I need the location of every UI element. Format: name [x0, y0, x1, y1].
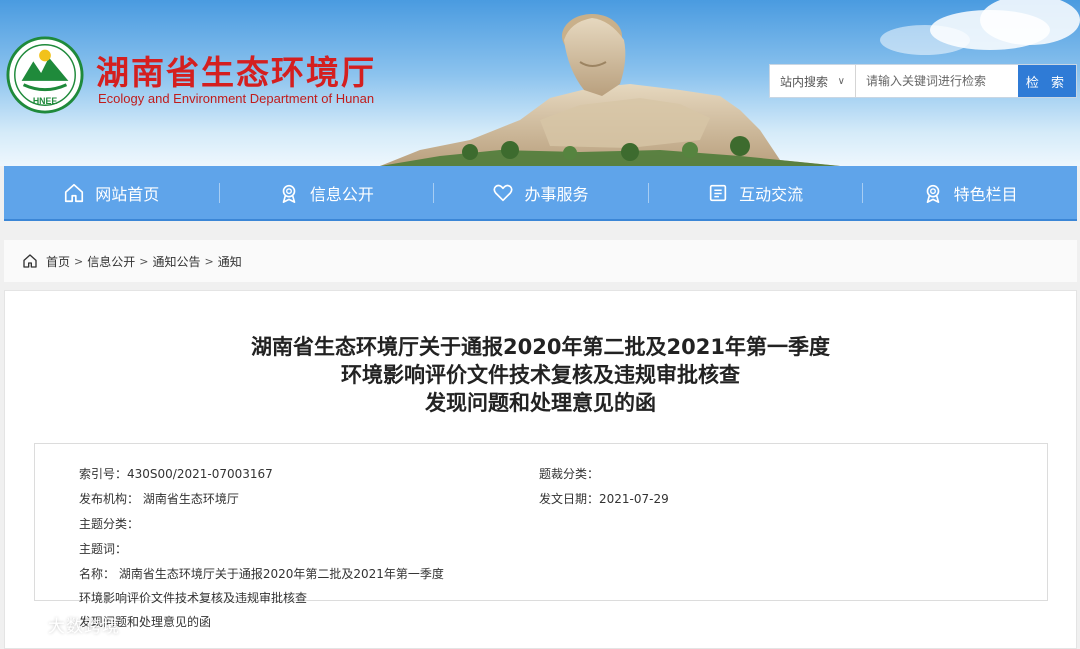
watermark: 大数跨境 — [8, 612, 120, 637]
breadcrumb-item-home[interactable]: 首页 — [46, 253, 70, 270]
page-title: 湖南省生态环境厅关于通报2020年第二批及2021年第一季度 环境影响评价文件技… — [5, 333, 1076, 417]
meta-index: 索引号：430S00/2021-07003167 — [79, 467, 273, 481]
search-scope-label: 站内搜索 — [780, 74, 829, 89]
chevron-down-icon: ∨ — [837, 75, 845, 87]
breadcrumb-item-notice[interactable]: 通知 — [218, 253, 242, 270]
title-line: 发现问题和处理意见的函 — [425, 391, 656, 415]
breadcrumb-item-info[interactable]: 信息公开 — [87, 253, 135, 270]
search-scope-select[interactable]: 站内搜索 ∨ — [770, 65, 856, 97]
watermark-text: 大数跨境 — [48, 617, 120, 637]
breadcrumb: 首页 > 信息公开 > 通知公告 > 通知 — [4, 240, 1077, 282]
search-bar: 站内搜索 ∨ 检 索 — [769, 64, 1077, 98]
breadcrumb-item-notices[interactable]: 通知公告 — [152, 253, 200, 270]
article-panel: 湖南省生态环境厅关于通报2020年第二批及2021年第一季度 环境影响评价文件技… — [4, 290, 1077, 649]
breadcrumb-separator: > — [74, 254, 84, 268]
nav-item-home[interactable]: 网站首页 — [4, 165, 219, 220]
search-input[interactable] — [856, 65, 1018, 97]
meta-category: 题裁分类： — [539, 467, 600, 481]
meta-date: 发文日期：2021-07-29 — [539, 492, 669, 506]
breadcrumb-separator: > — [139, 254, 149, 268]
document-icon — [709, 184, 727, 201]
site-title[interactable]: 湖南省生态环境厅 — [96, 46, 376, 94]
cloud-decoration — [980, 0, 1080, 45]
cloud-decoration — [880, 25, 970, 55]
search-button[interactable]: 检 索 — [1018, 65, 1076, 97]
site-subtitle: Ecology and Environment Department of Hu… — [98, 91, 375, 106]
site-header: HNEE 湖南省生态环境厅 Ecology and Environment De… — [0, 0, 1080, 166]
nav-item-services[interactable]: 办事服务 — [433, 165, 648, 220]
heart-icon — [493, 184, 513, 201]
home-icon — [23, 254, 37, 268]
meta-topic: 主题分类： — [79, 517, 140, 531]
nav-item-label: 网站首页 — [95, 184, 160, 204]
home-icon — [65, 183, 84, 202]
meta-name-cont: 环境影响评价文件技术复核及违规审批核查 — [79, 591, 308, 605]
meta-keywords: 主题词： — [79, 542, 128, 556]
nav-item-label: 信息公开 — [309, 184, 374, 204]
badge-icon — [282, 184, 296, 203]
meta-publisher: 发布机构： 湖南省生态环境厅 — [79, 492, 239, 506]
badge-icon — [926, 184, 939, 203]
logo-icon[interactable]: HNEE — [6, 36, 84, 114]
nav-item-special[interactable]: 特色栏目 — [862, 165, 1077, 220]
nav-item-label: 特色栏目 — [953, 184, 1018, 204]
breadcrumb-separator: > — [204, 254, 214, 268]
nav-item-label: 互动交流 — [739, 184, 804, 204]
nav-item-info[interactable]: 信息公开 — [218, 165, 434, 220]
meta-name: 名称： 湖南省生态环境厅关于通报2020年第二批及2021年第一季度 — [79, 567, 444, 581]
logo-text: HNEE — [33, 96, 58, 106]
main-nav: 网站首页 信息公开 办事服务 互动交流 特色栏目 — [4, 166, 1077, 221]
watermark-logo-icon — [9, 615, 41, 634]
title-line: 环境影响评价文件技术复核及违规审批核查 — [341, 363, 740, 387]
nav-item-interaction[interactable]: 互动交流 — [647, 165, 863, 220]
nav-item-label: 办事服务 — [524, 184, 589, 204]
title-line: 湖南省生态环境厅关于通报2020年第二批及2021年第一季度 — [251, 335, 830, 359]
